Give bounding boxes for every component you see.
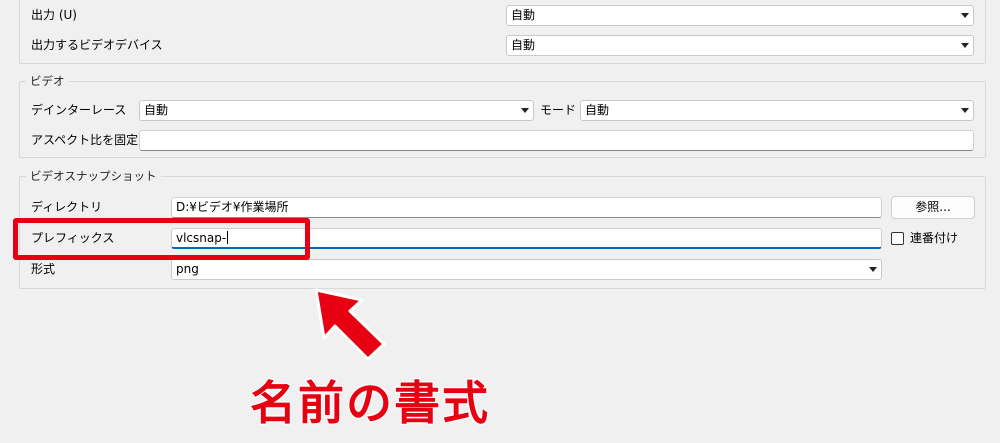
mode-select[interactable]: 自動 [580, 100, 974, 121]
video-legend: ビデオ [26, 73, 69, 89]
video-device-label: 出力するビデオデバイス [31, 38, 163, 52]
deinterlace-select[interactable]: 自動 [139, 100, 534, 121]
annotation-text: 名前の書式 [249, 375, 490, 431]
chevron-down-icon [521, 108, 529, 113]
sequential-label[interactable]: 連番付け [910, 230, 958, 246]
highlight-box [13, 218, 310, 260]
deinterlace-select-value: 自動 [144, 103, 169, 117]
output-label: 出力 (U) [31, 8, 77, 22]
chevron-down-icon [961, 43, 969, 48]
format-label: 形式 [31, 262, 56, 276]
mode-select-value: 自動 [585, 103, 610, 117]
chevron-down-icon [961, 13, 969, 18]
video-device-select-value: 自動 [511, 38, 536, 52]
mode-label: モード [540, 103, 577, 117]
format-select-value: png [176, 262, 199, 276]
output-select[interactable]: 自動 [506, 5, 974, 26]
chevron-down-icon [869, 267, 877, 272]
directory-label: ディレクトリ [31, 200, 103, 214]
output-panel: 出力 (U) 自動 出力するビデオデバイス 自動 [19, 0, 986, 64]
browse-button[interactable]: 参照... [891, 196, 975, 219]
aspect-ratio-input[interactable] [139, 130, 974, 151]
video-device-select[interactable]: 自動 [506, 35, 974, 56]
annotation-arrow-icon [314, 288, 386, 361]
chevron-down-icon [961, 108, 969, 113]
format-select[interactable]: png [171, 259, 882, 280]
directory-input[interactable]: D:¥ビデオ¥作業場所 [171, 197, 882, 218]
aspect-ratio-label: アスペクト比を固定 [31, 133, 139, 147]
sequential-checkbox[interactable] [891, 232, 904, 245]
snapshot-legend: ビデオスナップショット [26, 168, 161, 184]
deinterlace-label: デインターレース [31, 103, 127, 117]
output-select-value: 自動 [511, 8, 536, 22]
video-panel: ビデオ デインターレース 自動 モード 自動 アスペクト比を固定 [19, 73, 986, 158]
